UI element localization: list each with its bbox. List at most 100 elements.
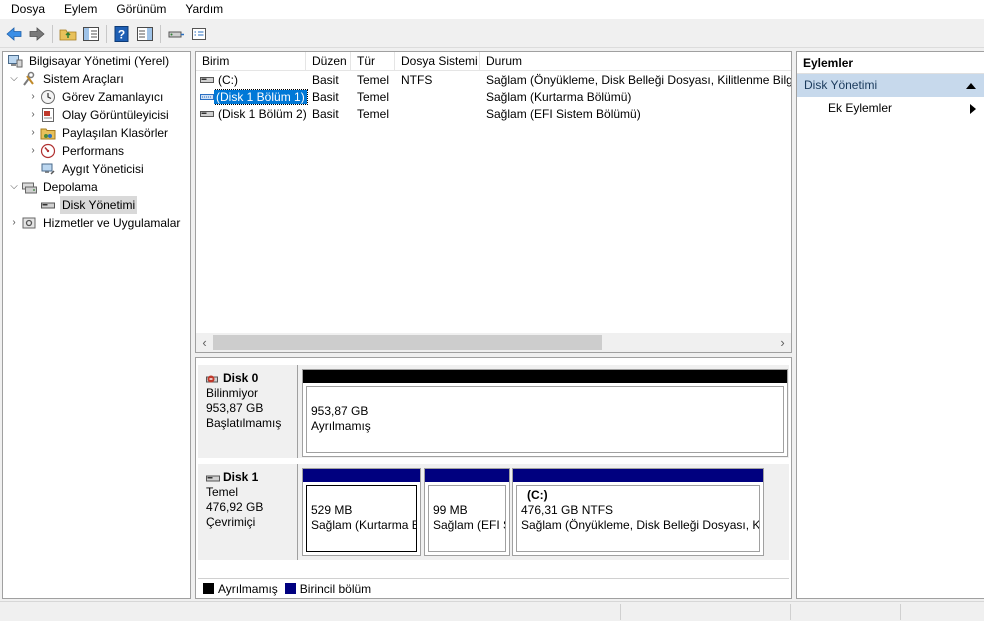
menu-action[interactable]: Eylem bbox=[53, 0, 105, 19]
cell-filesystem: NTFS bbox=[401, 73, 433, 87]
cell-status: Sağlam (Kurtarma Bölümü) bbox=[486, 90, 632, 104]
volume-c[interactable]: (C:) 476,31 GB NTFS Sağlam (Önyükleme, D… bbox=[512, 468, 764, 556]
tree-task-scheduler[interactable]: › Görev Zamanlayıcı bbox=[26, 88, 165, 106]
tree-performance[interactable]: › Performans bbox=[26, 142, 126, 160]
cell-volume: (Disk 1 Bölüm 2) bbox=[218, 107, 307, 121]
list-header: Birim Düzen Tür Dosya Sistemi Durum bbox=[196, 52, 791, 71]
table-row[interactable]: (Disk 1 Bölüm 1) Basit Temel Sağlam (Kur… bbox=[196, 89, 791, 106]
disk-row-1[interactable]: Disk 1 Temel 476,92 GB Çevrimiçi 529 MB … bbox=[198, 464, 789, 560]
tree-root[interactable]: Bilgisayar Yönetimi (Yerel) bbox=[7, 52, 171, 70]
toolbar-separator bbox=[160, 25, 161, 43]
volume-unallocated[interactable]: 953,87 GB Ayrılmamış bbox=[302, 369, 788, 457]
scroll-right-icon[interactable]: › bbox=[774, 333, 791, 352]
cell-filesystem bbox=[401, 89, 481, 106]
disk-row-0[interactable]: Disk 0 Bilinmiyor 953,87 GB Başlatılmamı… bbox=[198, 365, 789, 458]
back-arrow-icon[interactable] bbox=[5, 25, 23, 43]
volume-icon bbox=[200, 91, 214, 106]
volume-body: (C:) 476,31 GB NTFS Sağlam (Önyükleme, D… bbox=[516, 485, 760, 552]
connect-drive-icon[interactable] bbox=[167, 25, 185, 43]
cell-layout: Basit bbox=[312, 90, 339, 104]
volume-desc: Ayrılmamış bbox=[311, 419, 371, 433]
column-header-status[interactable]: Durum bbox=[480, 52, 791, 71]
menu-help[interactable]: Yardım bbox=[174, 0, 231, 19]
table-row[interactable]: (Disk 1 Bölüm 2) Basit Temel Sağlam (EFI… bbox=[196, 106, 791, 123]
svg-text:?: ? bbox=[118, 28, 125, 42]
disk-name: Disk 0 bbox=[223, 371, 259, 385]
legend: Ayrılmamış Birincil bölüm bbox=[198, 578, 789, 598]
column-header-volume[interactable]: Birim bbox=[196, 52, 306, 71]
disk-label[interactable]: Disk 0 Bilinmiyor 953,87 GB Başlatılmamı… bbox=[198, 365, 298, 458]
status-bar bbox=[0, 601, 984, 621]
volume-recovery[interactable]: 529 MB Sağlam (Kurtarma B bbox=[302, 468, 421, 556]
show-hide-tree-icon[interactable] bbox=[82, 25, 100, 43]
disk-drive-icon bbox=[40, 197, 56, 213]
chevron-right-icon[interactable]: › bbox=[26, 88, 40, 106]
tree-shared-folders[interactable]: › Paylaşılan Klasörler bbox=[26, 124, 170, 142]
volume-efi[interactable]: 99 MB Sağlam (EFI Si bbox=[424, 468, 510, 556]
tools-icon bbox=[21, 71, 37, 87]
volume-size: 476,31 GB NTFS bbox=[521, 503, 614, 517]
disk-name: Disk 1 bbox=[223, 470, 259, 484]
disk-size: 476,92 GB bbox=[206, 500, 264, 514]
clock-icon bbox=[40, 89, 56, 105]
cell-volume-selected[interactable]: (Disk 1 Bölüm 1) bbox=[214, 89, 314, 106]
chevron-right-icon[interactable]: › bbox=[26, 124, 40, 142]
horizontal-scrollbar[interactable]: ‹ › bbox=[196, 333, 791, 352]
cell-status: Sağlam (Önyükleme, Disk Belleği Dosyası,… bbox=[486, 73, 791, 87]
disk-state: Başlatılmamış bbox=[206, 416, 282, 430]
disk-label[interactable]: Disk 1 Temel 476,92 GB Çevrimiçi bbox=[198, 464, 298, 560]
cell-type: Temel bbox=[357, 107, 390, 121]
column-header-filesystem[interactable]: Dosya Sistemi bbox=[395, 52, 480, 71]
scroll-left-icon[interactable]: ‹ bbox=[196, 333, 213, 352]
volume-bar bbox=[513, 469, 763, 482]
chevron-down-icon[interactable]: ⌵ bbox=[7, 178, 21, 196]
console-tree: Bilgisayar Yönetimi (Yerel) ⌵ Sistem Ara… bbox=[2, 51, 191, 599]
volume-size: 953,87 GB bbox=[311, 404, 369, 418]
tree-system-tools[interactable]: ⌵ Sistem Araçları bbox=[7, 70, 126, 88]
cell-volume: (C:) bbox=[218, 73, 238, 87]
cell-type: Temel bbox=[357, 73, 390, 87]
status-segment bbox=[620, 604, 621, 620]
volume-desc: Sağlam (Kurtarma B bbox=[311, 518, 417, 532]
tree-storage[interactable]: ⌵ Depolama bbox=[7, 178, 100, 196]
collapse-up-icon[interactable] bbox=[966, 74, 976, 97]
table-row[interactable]: (C:) Basit Temel NTFS Sağlam (Önyükleme,… bbox=[196, 72, 791, 89]
performance-icon bbox=[40, 143, 56, 159]
actions-title: Eylemler bbox=[797, 52, 984, 74]
disk-graphical-view: Disk 0 Bilinmiyor 953,87 GB Başlatılmamı… bbox=[195, 357, 792, 599]
chevron-right-icon[interactable]: › bbox=[26, 142, 40, 160]
event-viewer-icon bbox=[40, 107, 56, 123]
up-folder-icon[interactable] bbox=[59, 25, 77, 43]
volume-icon bbox=[200, 74, 214, 89]
tree-device-manager[interactable]: Aygıt Yöneticisi bbox=[40, 160, 146, 178]
actions-more[interactable]: Ek Eylemler bbox=[797, 97, 984, 119]
volume-icon bbox=[200, 108, 214, 123]
chevron-right-icon[interactable]: › bbox=[26, 106, 40, 124]
chevron-right-icon[interactable]: › bbox=[7, 214, 21, 232]
show-hide-actions-icon[interactable] bbox=[136, 25, 154, 43]
volume-list: Birim Düzen Tür Dosya Sistemi Durum (C:)… bbox=[195, 51, 792, 353]
services-icon bbox=[21, 215, 37, 231]
volume-body: 99 MB Sağlam (EFI Si bbox=[428, 485, 506, 552]
toolbar-separator bbox=[106, 25, 107, 43]
legend-swatch-primary bbox=[284, 583, 296, 594]
device-manager-icon bbox=[40, 161, 56, 177]
column-header-layout[interactable]: Düzen bbox=[306, 52, 351, 71]
forward-arrow-icon[interactable] bbox=[28, 25, 46, 43]
scrollbar-thumb[interactable] bbox=[213, 335, 602, 350]
properties-icon[interactable] bbox=[190, 25, 208, 43]
cell-layout: Basit bbox=[312, 107, 339, 121]
tree-disk-management[interactable]: Disk Yönetimi bbox=[40, 196, 138, 214]
actions-section-disk-management[interactable]: Disk Yönetimi bbox=[797, 74, 984, 97]
tree-event-viewer[interactable]: › Olay Görüntüleyicisi bbox=[26, 106, 171, 124]
disk-state: Çevrimiçi bbox=[206, 515, 256, 529]
menu-view[interactable]: Görünüm bbox=[105, 0, 174, 19]
disk-error-icon bbox=[206, 373, 220, 385]
chevron-down-icon[interactable]: ⌵ bbox=[7, 70, 21, 88]
cell-type: Temel bbox=[357, 90, 390, 104]
menu-bar: Dosya Eylem Görünüm Yardım bbox=[0, 0, 984, 19]
column-header-type[interactable]: Tür bbox=[351, 52, 395, 71]
menu-file[interactable]: Dosya bbox=[0, 0, 53, 19]
tree-services-apps[interactable]: › Hizmetler ve Uygulamalar bbox=[7, 214, 182, 232]
help-icon[interactable]: ? bbox=[113, 25, 131, 43]
